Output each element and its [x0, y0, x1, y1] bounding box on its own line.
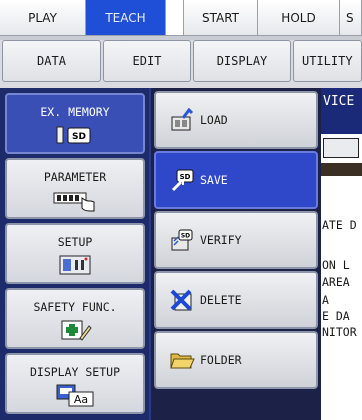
- content-line: E DA: [322, 309, 350, 323]
- submenu-delete-button[interactable]: DELETE: [154, 271, 318, 329]
- folder-icon: [168, 347, 196, 373]
- sd-card-icon: SD: [55, 124, 95, 146]
- submenu-label: FOLDER: [200, 353, 242, 367]
- mode-tab-spacer: [166, 0, 184, 36]
- mode-tab-teach[interactable]: TEACH: [86, 0, 166, 36]
- parameter-hand-icon: [50, 189, 100, 212]
- svg-text:SD: SD: [180, 173, 191, 181]
- delete-icon: [168, 287, 196, 313]
- submenu-folder-button[interactable]: FOLDER: [154, 331, 318, 389]
- side-menu-label: PARAMETER: [43, 170, 107, 184]
- submenu-label: LOAD: [200, 113, 228, 127]
- mode-tab-hold[interactable]: HOLD: [258, 0, 340, 36]
- verify-icon: SD: [168, 227, 196, 253]
- submenu-label: VERIFY: [200, 233, 242, 247]
- side-menu-setup[interactable]: SETUP: [5, 223, 145, 284]
- display-font-icon: Aa: [53, 384, 97, 407]
- menu-tab-display[interactable]: DISPLAY: [193, 40, 291, 82]
- submenu-verify-button[interactable]: SD VERIFY: [154, 211, 318, 269]
- setup-panel-icon: [55, 254, 95, 276]
- submenu-save-button[interactable]: SD SAVE: [154, 151, 318, 209]
- submenu-label: DELETE: [200, 293, 242, 307]
- save-sd-icon: SD: [168, 167, 196, 193]
- side-menu-label: DISPLAY SETUP: [29, 365, 120, 379]
- content-line: AREA: [322, 275, 350, 289]
- content-line: ON L: [322, 258, 350, 272]
- content-title: VICE: [323, 94, 355, 109]
- content-line: NITOR: [322, 325, 357, 339]
- svg-text:SD: SD: [181, 233, 190, 240]
- content-field[interactable]: [323, 138, 359, 158]
- side-menu-ex-memory[interactable]: EX. MEMORY SD: [5, 93, 145, 154]
- mode-tab-servo[interactable]: S: [340, 0, 362, 36]
- side-menu-display-setup[interactable]: DISPLAY SETUP Aa: [5, 353, 145, 414]
- mode-tab-play[interactable]: PLAY: [0, 0, 86, 36]
- menu-tab-utility[interactable]: UTILITY: [293, 40, 362, 82]
- content-title-bar: VICE: [321, 88, 362, 134]
- side-menu-label: EX. MEMORY: [40, 105, 110, 119]
- content-line: A: [322, 293, 329, 307]
- content-band: [321, 163, 362, 176]
- safety-cross-icon: [55, 319, 95, 341]
- svg-text:SD: SD: [72, 132, 86, 142]
- load-icon: [168, 107, 196, 133]
- side-menu-safety-func[interactable]: SAFETY FUNC.: [5, 288, 145, 349]
- menu-tab-edit[interactable]: EDIT: [103, 40, 191, 82]
- side-menu-label: SETUP: [57, 235, 93, 249]
- side-menu-parameter[interactable]: PARAMETER: [5, 158, 145, 219]
- svg-text:Aa: Aa: [74, 393, 88, 406]
- content-line: ATE D: [322, 218, 357, 232]
- submenu-load-button[interactable]: LOAD: [154, 91, 318, 149]
- mode-tab-start[interactable]: START: [184, 0, 258, 36]
- side-menu-label: SAFETY FUNC.: [33, 300, 117, 314]
- submenu-label: SAVE: [200, 173, 228, 187]
- menu-tab-data[interactable]: DATA: [2, 40, 101, 82]
